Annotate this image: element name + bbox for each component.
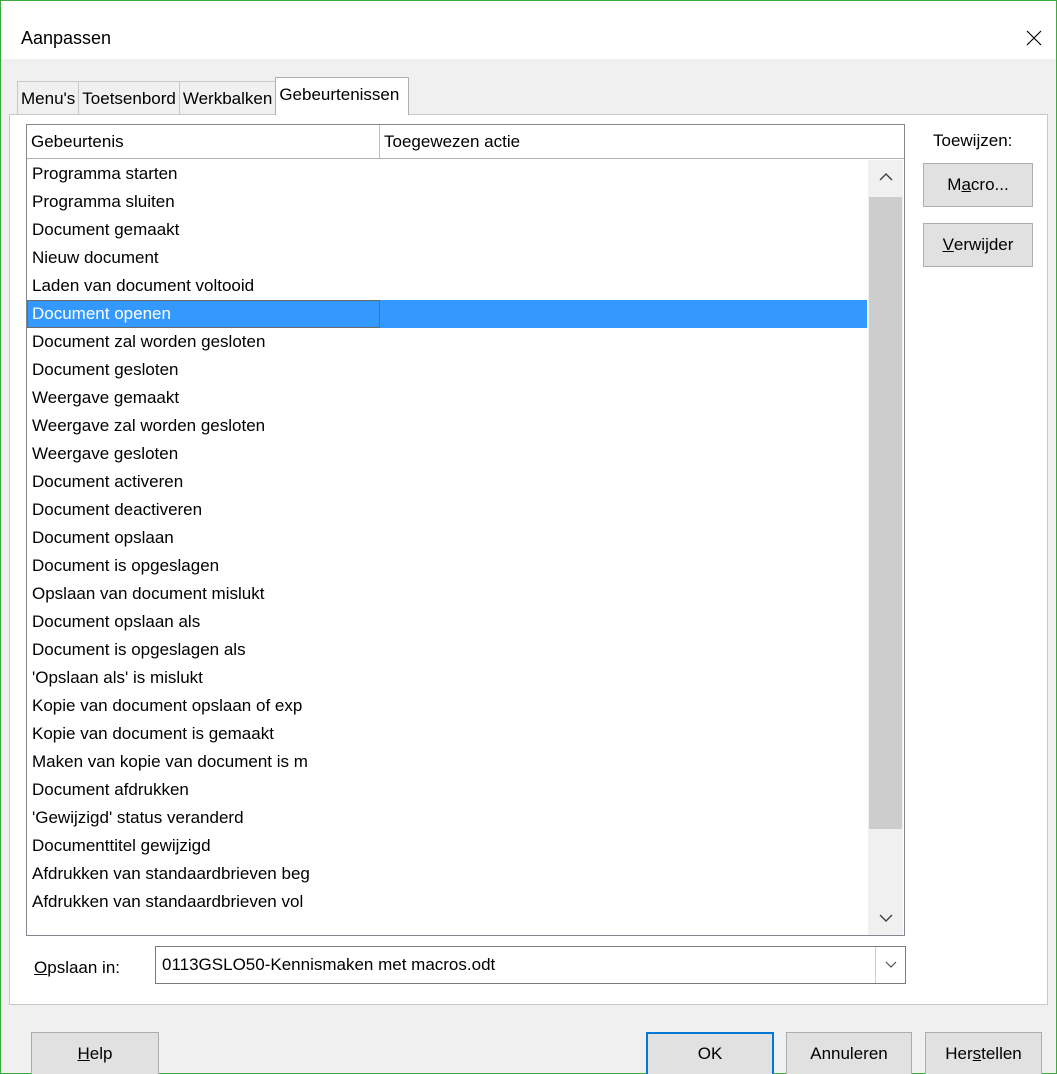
dialog-title: Aanpassen [21,28,112,48]
list-item[interactable]: Opslaan van document mislukt [27,580,867,608]
list-item[interactable]: Document opslaan [27,524,867,552]
event-name: Document activeren [32,472,184,491]
list-item[interactable]: Document deactiveren [27,496,867,524]
chevron-down-icon [885,961,896,968]
chevron-down-icon [879,914,892,922]
column-header-action[interactable]: Toegewezen actie [380,125,900,158]
event-name: Kopie van document is gemaakt [32,724,274,743]
title-bar: Aanpassen [1,1,1056,59]
list-item[interactable]: Document gesloten [27,356,867,384]
list-item[interactable]: Document zal worden gesloten [27,328,867,356]
list-item[interactable]: Document is opgeslagen [27,552,867,580]
ok-button[interactable]: OK [646,1032,774,1074]
list-item[interactable]: Weergave gesloten [27,440,867,468]
event-name: Document deactiveren [32,500,203,519]
list-rows: Programma starten Programma sluiten Docume… [27,160,867,935]
list-item[interactable]: Kopie van document opslaan of exp [27,692,867,720]
list-item[interactable]: Document gemaakt [27,216,867,244]
list-item[interactable]: 'Gewijzigd' status veranderd [27,804,867,832]
dialog-body: Menu's Toetsenbord Werkbalken Gebeurteni… [1,59,1056,1074]
event-name: Afdrukken van standaardbrieven vol [32,892,304,911]
scroll-up-button[interactable] [868,160,903,194]
scroll-down-button[interactable] [868,901,903,935]
event-name: Opslaan van document mislukt [32,584,265,603]
list-item[interactable]: Kopie van document is gemaakt [27,720,867,748]
chevron-up-icon [879,173,892,181]
event-name: Documenttitel gewijzigd [32,836,211,855]
dropdown-button[interactable] [875,947,905,983]
tab-keyboard[interactable]: Toetsenbord [78,81,180,115]
close-icon [1026,30,1042,46]
event-name: Programma sluiten [32,192,175,211]
list-item[interactable]: Afdrukken van standaardbrieven beg [27,860,867,888]
event-name: Document is opgeslagen [32,556,220,575]
list-item[interactable]: Afdrukken van standaardbrieven vol [27,888,867,916]
macro-button[interactable]: Ma cro... [923,163,1033,207]
event-name: Document gesloten [32,360,179,379]
save-in-dropdown[interactable]: 0113GSLO50-Kennismaken met macros.odt [155,946,906,984]
delete-button[interactable]: Verwijder [923,223,1033,267]
event-name: Document is opgeslagen als [32,640,246,659]
list-header: Gebeurtenis Toegewezen actie [27,125,904,159]
event-name: Weergave zal worden gesloten [32,416,266,435]
list-item[interactable]: Weergave zal worden gesloten [27,412,867,440]
list-item[interactable]: Document is opgeslagen als [27,636,867,664]
list-item[interactable]: 'Opslaan als' is mislukt [27,664,867,692]
list-item[interactable]: Programma sluiten [27,188,867,216]
event-name: Weergave gemaakt [32,388,180,407]
event-name: Weergave gesloten [32,444,179,463]
event-name: Document gemaakt [32,220,180,239]
vertical-scrollbar[interactable] [868,160,903,935]
event-name: 'Gewijzigd' status veranderd [32,808,244,827]
list-item[interactable]: Document activeren [27,468,867,496]
list-item[interactable]: Document afdrukken [27,776,867,804]
list-item[interactable]: Laden van document voltooid [27,272,867,300]
event-name: Afdrukken van standaardbrieven beg [32,864,310,883]
save-in-label: Opslaan in: [34,958,121,977]
event-name: Laden van document voltooid [32,276,255,295]
events-list[interactable]: Gebeurtenis Toegewezen actie Programma s… [26,124,905,936]
event-name: 'Opslaan als' is mislukt [32,668,203,687]
scroll-thumb[interactable] [869,197,902,829]
list-item[interactable]: Nieuw document [27,244,867,272]
event-name: Document opslaan [32,528,174,547]
list-item[interactable]: Maken van kopie van document is m [27,748,867,776]
event-name: Kopie van document opslaan of exp [32,696,303,715]
event-name: Document openen [32,304,171,323]
list-item[interactable]: Document openen [27,300,867,328]
list-item[interactable]: Documenttitel gewijzigd [27,832,867,860]
event-name: Programma starten [32,164,178,183]
event-name: Document opslaan als [32,612,201,631]
event-name: Maken van kopie van document is m [32,752,308,771]
list-item[interactable]: Document opslaan als [27,608,867,636]
list-item[interactable]: Programma starten [27,160,867,188]
tab-toolbars[interactable]: Werkbalken [178,81,277,115]
event-name: Document zal worden gesloten [32,332,266,351]
customize-dialog: Aanpassen Menu's Toetsenbord Werkbalken … [0,0,1057,1074]
column-header-event[interactable]: Gebeurtenis [27,125,380,158]
list-item[interactable]: Weergave gemaakt [27,384,867,412]
save-in-value: 0113GSLO50-Kennismaken met macros.odt [162,955,496,974]
assign-label: Toewijzen: [933,131,1013,150]
close-button[interactable] [1012,18,1056,58]
tab-menus[interactable]: Menu's [17,81,80,115]
help-button[interactable]: Help [31,1032,159,1074]
event-name: Document afdrukken [32,780,189,799]
event-name: Nieuw document [32,248,159,267]
tab-events[interactable]: Gebeurtenissen [275,77,410,115]
cancel-button[interactable]: Annuleren [786,1032,912,1074]
tab-bar: Menu's Toetsenbord Werkbalken Gebeurteni… [17,77,410,115]
reset-button[interactable]: Her s tellen [925,1032,1042,1074]
